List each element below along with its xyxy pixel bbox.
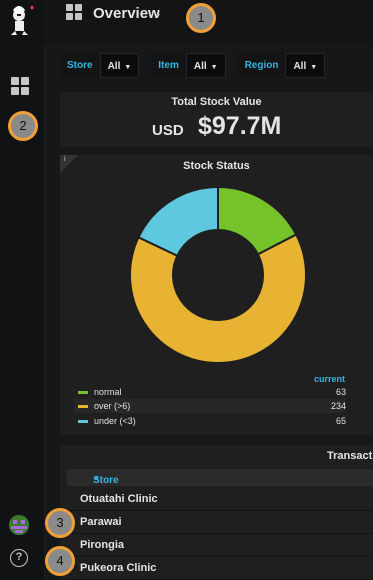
table-header: Store ▲ (67, 469, 373, 486)
variable-label: Region (237, 53, 286, 78)
caret-down-icon: ▼ (210, 64, 218, 71)
region-select[interactable]: All ▼ (285, 53, 326, 78)
store-select[interactable]: All ▼ (99, 53, 140, 78)
variable-value: All (293, 61, 307, 72)
dashboard-title[interactable]: Overview (93, 5, 160, 22)
user-avatar[interactable] (9, 515, 29, 535)
stat-value: $97.7M (198, 112, 282, 140)
caret-down-icon: ▼ (124, 64, 132, 71)
variable-label: Item (151, 53, 186, 78)
legend-value: 63 (335, 387, 346, 397)
annotation-marker-2: 2 (8, 111, 38, 141)
pie-slice-over[interactable] (129, 233, 307, 364)
table-row[interactable]: Otuatahi Clinic (67, 488, 373, 511)
table-row[interactable]: Pukeora Clinic (67, 557, 373, 580)
legend-item-under[interactable]: under (<3) 65 (74, 414, 346, 428)
dashboard-grid-icon (66, 4, 82, 20)
variable-label: Store (60, 53, 100, 78)
grafana-chef-logo-icon[interactable] (4, 2, 38, 36)
legend-swatch (78, 420, 88, 423)
legend-value: 234 (330, 401, 346, 411)
legend-swatch (78, 391, 88, 394)
template-variables: Store All ▼ Item All ▼ Region All ▼ (60, 53, 337, 78)
store-cell: Otuatahi Clinic (80, 493, 158, 505)
sidebar: ? (0, 0, 45, 579)
chevron-down-icon[interactable]: ▾ (156, 11, 160, 20)
panel-title[interactable]: Total Stock Value (60, 96, 373, 108)
stock-status-donut-chart (129, 185, 307, 364)
legend-label: under (<3) (94, 416, 136, 426)
legend-item-over[interactable]: over (>6) 234 (74, 399, 346, 413)
total-stock-value-panel: Total Stock Value USD $97.7M (60, 92, 373, 147)
legend-swatch (78, 405, 88, 408)
item-select[interactable]: All ▼ (185, 53, 226, 78)
legend-label: normal (94, 387, 122, 397)
caret-down-icon: ▼ (310, 64, 318, 71)
store-cell: Pukeora Clinic (80, 562, 157, 574)
annotation-marker-3: 3 (45, 508, 75, 538)
variable-store: Store All ▼ (60, 53, 140, 78)
dashboards-grid-icon[interactable] (11, 77, 29, 95)
sort-ascending-icon: ▲ (93, 475, 100, 482)
store-cell: Parawai (80, 516, 122, 528)
legend-label: over (>6) (94, 401, 131, 411)
panel-title[interactable]: Stock Status (60, 160, 373, 172)
legend-item-normal[interactable]: normal 63 (74, 385, 346, 399)
table-row[interactable]: Pirongia (67, 534, 373, 557)
panel-title[interactable]: Transactio (327, 450, 373, 462)
annotation-marker-4: 4 (45, 546, 75, 576)
variable-value: All (193, 61, 207, 72)
variable-item: Item All ▼ (151, 53, 226, 78)
variable-value: All (107, 61, 121, 72)
table-row[interactable]: Parawai (67, 511, 373, 534)
variable-region: Region All ▼ (237, 53, 326, 78)
help-icon[interactable]: ? (10, 549, 28, 567)
store-cell: Pirongia (80, 539, 125, 551)
stock-status-panel: i Stock Status current normal 63 over (>… (60, 155, 373, 435)
stat-prefix: USD (152, 122, 184, 139)
transactions-panel: Transactio Store ▲ Otuatahi Clinic Paraw… (60, 445, 373, 580)
legend-column-header[interactable]: current (314, 374, 345, 384)
annotation-marker-1: 1 (186, 3, 216, 33)
legend-value: 65 (335, 416, 346, 426)
